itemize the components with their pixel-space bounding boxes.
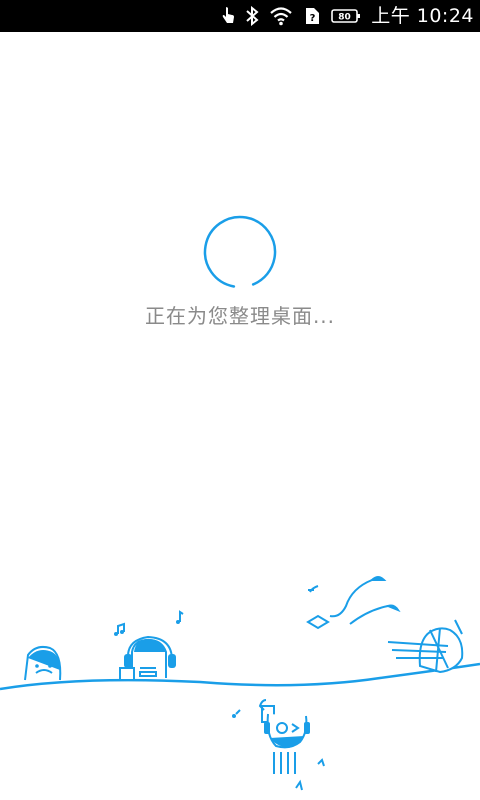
ground-wave xyxy=(0,662,480,691)
status-bar: ? 80 上午 10:24 xyxy=(0,0,480,32)
sim-unknown-icon: ? xyxy=(303,6,321,26)
music-notes-icon xyxy=(114,585,325,791)
loading-spinner-icon xyxy=(203,215,277,289)
loading-message: 正在为您整理桌面... xyxy=(144,304,336,328)
headphone-character xyxy=(119,635,176,681)
flying-creature xyxy=(306,576,401,630)
status-icons: ? 80 上午 10:24 xyxy=(221,0,474,32)
bluetooth-icon xyxy=(245,6,259,26)
battery-level: 80 xyxy=(338,13,351,23)
decorative-illustration xyxy=(0,576,480,791)
battery-icon: 80 xyxy=(331,6,361,26)
touch-icon xyxy=(221,6,235,26)
hanging-character xyxy=(258,699,310,774)
wifi-icon xyxy=(269,6,293,26)
windmill-structure xyxy=(387,619,464,674)
sad-face-character xyxy=(24,645,62,681)
svg-text:?: ? xyxy=(310,13,316,24)
status-clock: 上午 10:24 xyxy=(371,5,474,27)
